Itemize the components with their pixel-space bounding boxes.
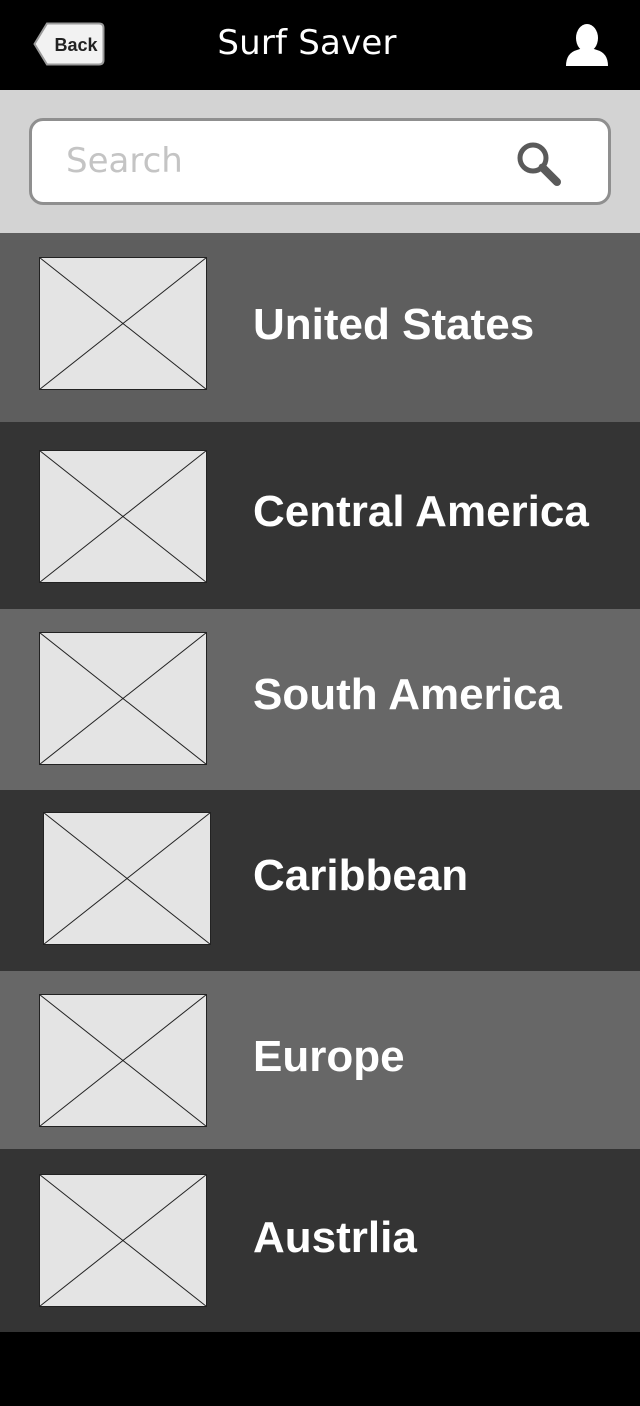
search-input[interactable]: [66, 131, 486, 191]
search-icon[interactable]: [516, 141, 562, 187]
region-row-label: United States: [253, 300, 535, 349]
region-row-label: Austrlia: [253, 1213, 417, 1262]
image-placeholder-icon: [43, 812, 211, 945]
user-profile-button[interactable]: [563, 22, 611, 68]
image-placeholder-icon: [39, 257, 207, 390]
region-row-label: South America: [253, 670, 562, 719]
region-row-central-america[interactable]: Central America: [0, 422, 640, 609]
region-row-label: Europe: [253, 1032, 405, 1081]
user-icon: [566, 24, 608, 66]
image-placeholder-icon: [39, 1174, 207, 1307]
search-box: [29, 118, 611, 205]
navigation-bar: Back Surf Saver: [0, 0, 640, 90]
region-row-label: Caribbean: [253, 851, 469, 900]
region-row-australia[interactable]: Austrlia: [0, 1149, 640, 1332]
region-row-united-states[interactable]: United States: [0, 233, 640, 422]
back-button[interactable]: Back: [33, 22, 105, 66]
region-row-europe[interactable]: Europe: [0, 971, 640, 1149]
region-row-caribbean[interactable]: Caribbean: [0, 790, 640, 971]
page-title: Surf Saver: [217, 23, 397, 63]
search-bar-area: [0, 90, 640, 233]
region-row-south-america[interactable]: South America: [0, 609, 640, 790]
image-placeholder-icon: [39, 450, 207, 583]
image-placeholder-icon: [39, 994, 207, 1127]
back-button-label: Back: [54, 35, 98, 55]
image-placeholder-icon: [39, 632, 207, 765]
region-row-label: Central America: [253, 487, 589, 536]
